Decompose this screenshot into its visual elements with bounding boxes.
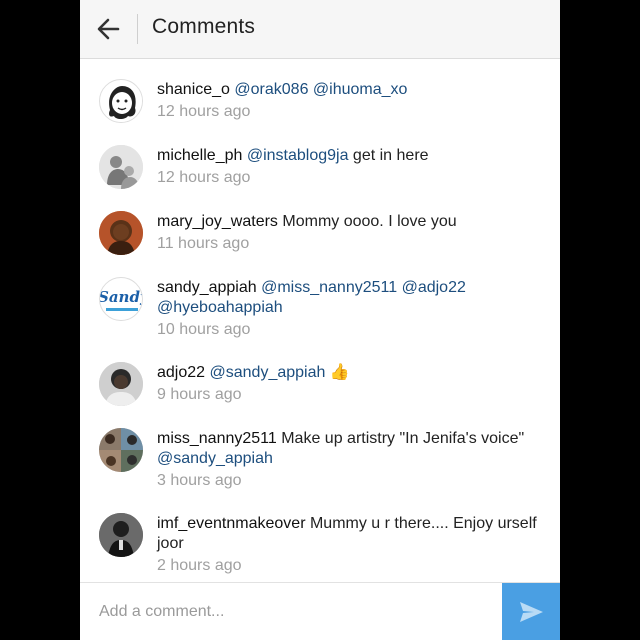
comment-username[interactable]: adjo22 xyxy=(157,364,205,381)
comment-composer xyxy=(80,582,560,640)
avatar[interactable] xyxy=(99,79,143,123)
comment-username[interactable]: imf_eventnmakeover xyxy=(157,515,306,532)
comment-body: adjo22 @sandy_appiah 👍 9 hours ago xyxy=(157,363,537,405)
comment-mention[interactable]: @instablog9ja xyxy=(247,147,349,164)
comment-item: shanice_o @orak086 @ihuoma_xo 12 hours a… xyxy=(80,69,560,135)
header-divider xyxy=(137,14,138,44)
avatar[interactable] xyxy=(99,145,143,189)
comment-item: mary_joy_waters Mommy oooo. I love you 1… xyxy=(80,201,560,267)
header-bar: Comments xyxy=(80,0,560,59)
comment-username[interactable]: michelle_ph xyxy=(157,147,242,164)
send-button[interactable] xyxy=(502,583,560,640)
comment-mention[interactable]: @hyeboahappiah xyxy=(157,299,283,316)
comment-body: mary_joy_waters Mommy oooo. I love you 1… xyxy=(157,212,537,254)
avatar-logo-stripe xyxy=(106,308,138,311)
comment-body: shanice_o @orak086 @ihuoma_xo 12 hours a… xyxy=(157,80,537,122)
comment-timestamp: 3 hours ago xyxy=(157,472,242,489)
comment-text: Mommy oooo. I love you xyxy=(277,213,457,230)
comment-text: Make up artistry "In Jenifa's voice" xyxy=(276,430,525,447)
avatar[interactable] xyxy=(99,513,143,557)
comment-timestamp: 2 hours ago xyxy=(157,557,242,574)
comment-item: miss_nanny2511 Make up artistry "In Jeni… xyxy=(80,418,560,504)
avatar[interactable] xyxy=(99,362,143,406)
comment-timestamp: 10 hours ago xyxy=(157,321,251,338)
comment-item: michelle_ph @instablog9ja get in here 12… xyxy=(80,135,560,201)
comment-timestamp: 12 hours ago xyxy=(157,169,251,186)
comment-mention[interactable]: @sandy_appiah xyxy=(210,364,326,381)
comment-username[interactable]: shanice_o xyxy=(157,81,230,98)
send-icon xyxy=(520,602,543,622)
comment-mention[interactable]: @adjo22 xyxy=(402,279,466,296)
comment-item: imf_eventnmakeover Mummy u r there.... E… xyxy=(80,503,560,581)
comment-item: adjo22 @sandy_appiah 👍 9 hours ago xyxy=(80,352,560,418)
comment-timestamp: 9 hours ago xyxy=(157,386,242,403)
comment-mention[interactable]: @ihuoma_xo xyxy=(313,81,408,98)
comment-input[interactable] xyxy=(80,583,500,640)
comment-item: Sandy sandy_appiah @miss_nanny2511 @adjo… xyxy=(80,267,560,353)
thumbs-up-emoji: 👍 xyxy=(329,364,350,381)
avatar[interactable] xyxy=(99,211,143,255)
comment-body: imf_eventnmakeover Mummy u r there.... E… xyxy=(157,514,537,576)
comments-screen: Comments shanice_o @orak086 @ihuoma_xo 1… xyxy=(80,0,560,640)
avatar[interactable]: Sandy xyxy=(99,277,143,321)
arrow-left-icon xyxy=(97,18,120,40)
comment-mention[interactable]: @orak086 xyxy=(234,81,308,98)
comment-mention[interactable]: @miss_nanny2511 xyxy=(261,279,397,296)
comment-body: michelle_ph @instablog9ja get in here 12… xyxy=(157,146,537,188)
comment-timestamp: 12 hours ago xyxy=(157,103,251,120)
comment-timestamp: 11 hours ago xyxy=(157,235,250,252)
avatar[interactable] xyxy=(99,428,143,472)
comment-username[interactable]: sandy_appiah xyxy=(157,279,257,296)
comment-body: sandy_appiah @miss_nanny2511 @adjo22 @hy… xyxy=(157,278,537,340)
page-title: Comments xyxy=(152,15,256,38)
comment-text: get in here xyxy=(348,147,429,164)
comment-body: miss_nanny2511 Make up artistry "In Jeni… xyxy=(157,429,537,491)
comment-list[interactable]: shanice_o @orak086 @ihuoma_xo 12 hours a… xyxy=(80,59,560,581)
comment-username[interactable]: miss_nanny2511 xyxy=(157,430,277,447)
back-button[interactable] xyxy=(94,15,124,43)
comment-mention[interactable]: @sandy_appiah xyxy=(157,450,273,467)
avatar-logo-text: Sandy xyxy=(99,288,142,306)
comment-username[interactable]: mary_joy_waters xyxy=(157,213,278,230)
